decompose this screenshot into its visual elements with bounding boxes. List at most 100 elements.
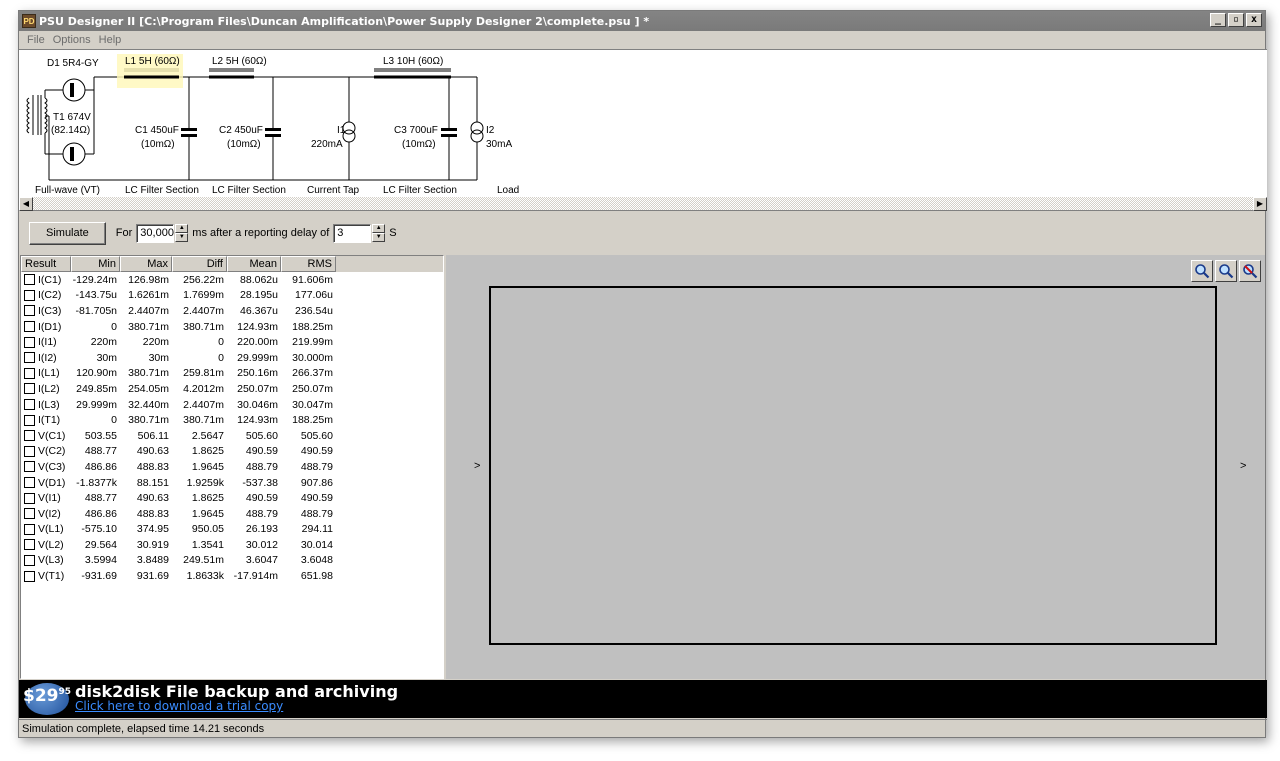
column-header[interactable]: Min: [71, 256, 120, 272]
duration-spinner: 30,000 ▲ ▼: [136, 223, 189, 243]
plot-checkbox[interactable]: [24, 539, 35, 551]
table-row[interactable]: I(I1) 220m 220m 0 220.00m 219.99m: [21, 334, 443, 350]
spin-down-icon[interactable]: ▼: [372, 233, 386, 242]
plot-checkbox[interactable]: [24, 367, 35, 379]
spin-up-icon[interactable]: ▲: [372, 224, 386, 233]
plot-checkbox[interactable]: [24, 554, 35, 566]
simulate-button[interactable]: Simulate: [29, 221, 106, 245]
table-row[interactable]: I(C2) -143.75u 1.6261m 1.7699m 28.195u 177.06…: [21, 288, 443, 304]
column-header[interactable]: RMS: [281, 256, 336, 272]
table-row[interactable]: I(D1) 0 380.71m 380.71m 124.93m 188.25m: [21, 319, 443, 335]
graph-right-arrow[interactable]: >: [1240, 460, 1246, 472]
column-header[interactable]: Max: [120, 256, 172, 272]
table-row[interactable]: V(L2) 29.564 30.919 1.3541 30.012 30.014: [21, 537, 443, 553]
table-row[interactable]: I(C3) -81.705n 2.4407m 2.4407m 46.367u 236.54…: [21, 303, 443, 319]
scroll-right-icon[interactable]: ▶: [1253, 197, 1267, 211]
table-cell: 219.99m: [292, 336, 333, 349]
table-row[interactable]: I(L3) 29.999m 32.440m 2.4407m 30.046m 30.047m: [21, 397, 443, 413]
plot-area[interactable]: [489, 286, 1217, 645]
plot-checkbox[interactable]: [24, 461, 35, 473]
menu-bar: File Options Help: [19, 31, 1265, 49]
duration-input[interactable]: 30,000: [136, 223, 175, 243]
plot-checkbox[interactable]: [24, 399, 35, 411]
table-cell: 220m: [90, 336, 117, 349]
result-name: V(I1): [38, 492, 61, 505]
table-row[interactable]: V(L3) 3.5994 3.8489 249.51m 3.6047 3.6048: [21, 553, 443, 569]
table-row[interactable]: V(T1) -931.69 931.69 1.8633k -17.914m 651.98: [21, 568, 443, 584]
for-label: For: [115, 227, 133, 239]
column-header[interactable]: Mean: [227, 256, 281, 272]
plot-checkbox[interactable]: [24, 289, 35, 301]
zoom-in-icon[interactable]: [1191, 260, 1213, 282]
section-label: LC Filter Section: [125, 185, 199, 196]
table-cell: 505.60: [245, 429, 278, 442]
spin-down-icon[interactable]: ▼: [175, 233, 189, 242]
table-cell: 28.195u: [240, 289, 278, 302]
table-row[interactable]: V(C2) 488.77 490.63 1.8625 490.59 490.59: [21, 444, 443, 460]
plot-checkbox[interactable]: [24, 430, 35, 442]
menu-file[interactable]: File: [23, 34, 49, 46]
result-name: V(C2): [38, 445, 66, 458]
schematic-panel[interactable]: D1 5R4-GY T1 674V (82.14Ω) L1 5H (60Ω) L…: [19, 49, 1267, 197]
result-name: I(C2): [38, 289, 62, 302]
table-row[interactable]: I(C1) -129.24m 126.98m 256.22m 88.062u 91.606…: [21, 272, 443, 288]
schematic-horizontal-scrollbar[interactable]: ◀ ▶: [19, 197, 1267, 211]
table-cell: 3.8489: [136, 554, 169, 567]
table-row[interactable]: I(I2) 30m 30m 0 29.999m 30.000m: [21, 350, 443, 366]
table-cell: 2.4407m: [128, 304, 169, 317]
title-bar[interactable]: PD PSU Designer II [C:\Program Files\Dun…: [19, 11, 1265, 31]
table-row[interactable]: I(L2) 249.85m 254.05m 4.2012m 250.07m 250.07m: [21, 381, 443, 397]
menu-help[interactable]: Help: [95, 34, 126, 46]
table-cell: 29.999m: [237, 351, 278, 364]
transformer-label: T1 674V: [53, 112, 91, 123]
maximize-button[interactable]: ▫: [1228, 13, 1244, 27]
plot-checkbox[interactable]: [24, 492, 35, 504]
app-icon[interactable]: PD: [22, 14, 36, 28]
table-row[interactable]: V(D1) -1.8377k 88.151 1.9259k -537.38 907.86: [21, 475, 443, 491]
table-row[interactable]: I(L1) 120.90m 380.71m 259.81m 250.16m 266.37m: [21, 366, 443, 382]
table-cell: 931.69: [136, 570, 169, 583]
ad-banner[interactable]: $29 95 disk2disk File backup and archivin…: [19, 680, 1267, 718]
column-header[interactable]: Diff: [172, 256, 227, 272]
table-row[interactable]: V(I1) 488.77 490.63 1.8625 490.59 490.59: [21, 490, 443, 506]
current-i1-label: I1: [337, 125, 346, 136]
plot-checkbox[interactable]: [24, 477, 35, 489]
plot-checkbox[interactable]: [24, 570, 35, 582]
table-cell: 486.86: [84, 460, 117, 473]
table-row[interactable]: I(T1) 0 380.71m 380.71m 124.93m 188.25m: [21, 412, 443, 428]
plot-checkbox[interactable]: [24, 352, 35, 364]
spin-up-icon[interactable]: ▲: [175, 224, 189, 233]
window-title: PSU Designer II [C:\Program Files\Duncan…: [39, 14, 650, 28]
result-name: I(I1): [38, 336, 57, 349]
table-row[interactable]: V(C1) 503.55 506.11 2.5647 505.60 505.60: [21, 428, 443, 444]
plot-checkbox[interactable]: [24, 336, 35, 348]
ad-download-link[interactable]: Click here to download a trial copy: [75, 699, 398, 714]
zoom-out-icon[interactable]: [1215, 260, 1237, 282]
plot-checkbox[interactable]: [24, 414, 35, 426]
plot-checkbox[interactable]: [24, 321, 35, 333]
scroll-left-icon[interactable]: ◀: [19, 197, 33, 211]
menu-options[interactable]: Options: [49, 34, 95, 46]
plot-checkbox[interactable]: [24, 508, 35, 520]
plot-checkbox[interactable]: [24, 383, 35, 395]
table-cell: 236.54u: [295, 304, 333, 317]
table-row[interactable]: V(I2) 486.86 488.83 1.9645 488.79 488.79: [21, 506, 443, 522]
plot-checkbox[interactable]: [24, 445, 35, 457]
ad-title: disk2disk File backup and archiving: [75, 682, 399, 701]
table-cell: 124.93m: [237, 320, 278, 333]
close-button[interactable]: x: [1246, 13, 1262, 27]
minimize-button[interactable]: _: [1210, 13, 1226, 27]
table-row[interactable]: V(C3) 486.86 488.83 1.9645 488.79 488.79: [21, 459, 443, 475]
graph-left-arrow[interactable]: >: [474, 460, 480, 472]
table-row[interactable]: V(L1) -575.10 374.95 950.05 26.193 294.11: [21, 522, 443, 538]
plot-checkbox[interactable]: [24, 274, 35, 286]
plot-checkbox[interactable]: [24, 523, 35, 535]
table-cell: 3.6047: [245, 554, 278, 567]
zoom-reset-icon[interactable]: [1239, 260, 1261, 282]
graph-panel[interactable]: > >: [446, 255, 1265, 679]
plot-checkbox[interactable]: [24, 305, 35, 317]
section-label: Full-wave (VT): [35, 185, 100, 196]
column-header[interactable]: Result: [21, 256, 71, 272]
delay-input[interactable]: 3: [333, 223, 372, 243]
table-cell: 177.06u: [295, 289, 333, 302]
